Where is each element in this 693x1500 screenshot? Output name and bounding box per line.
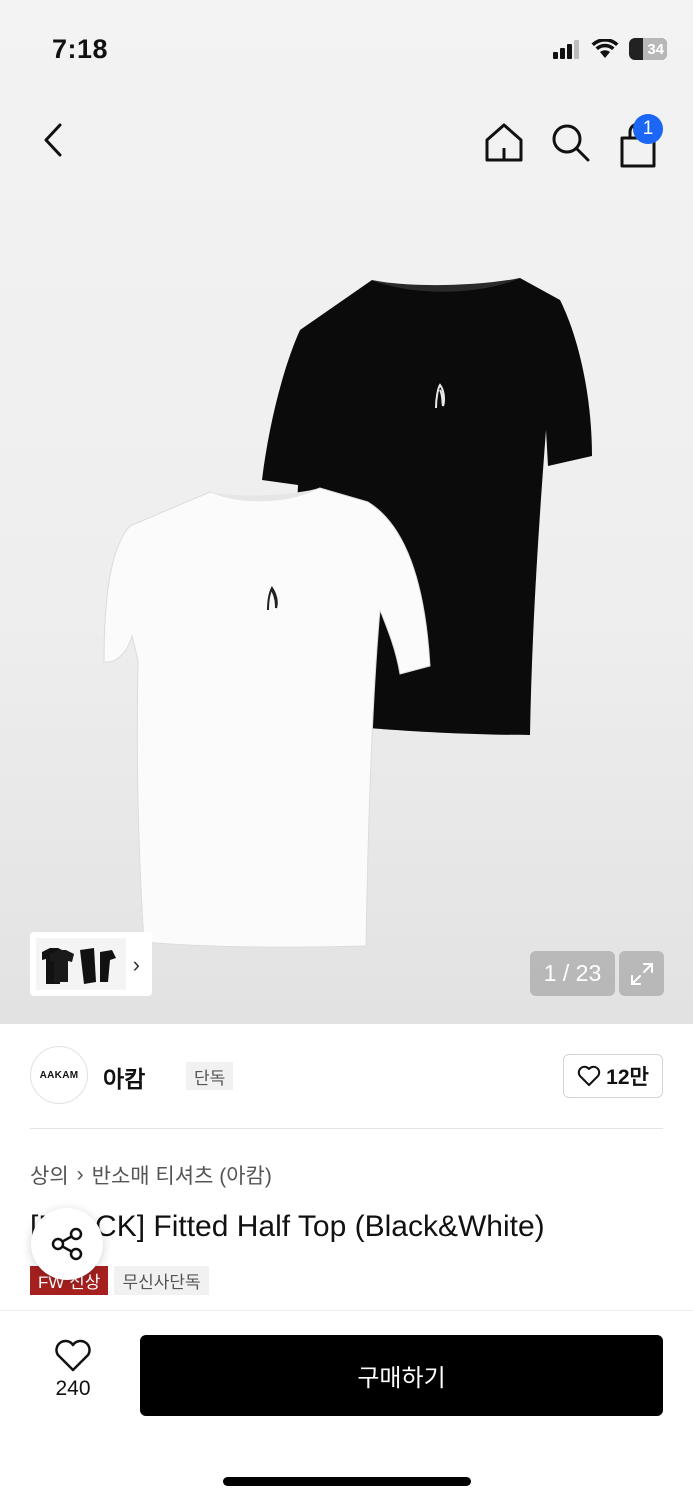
status-bar: 7:18 34 — [0, 0, 693, 100]
tag-exclusive: 무신사단독 — [114, 1266, 209, 1295]
bottom-action-bar: 240 구매하기 — [0, 1310, 693, 1500]
brand-like-count: 12만 — [606, 1066, 649, 1089]
heart-icon — [55, 1339, 91, 1372]
brand-like-button[interactable]: 12만 — [563, 1054, 663, 1098]
expand-image-button[interactable] — [619, 951, 664, 996]
color-variants-button[interactable]: › — [30, 932, 152, 996]
wifi-icon — [591, 39, 619, 58]
search-icon — [552, 124, 590, 162]
home-button[interactable] — [482, 120, 526, 164]
back-button[interactable] — [36, 120, 70, 160]
image-counter: 1 / 23 — [530, 951, 615, 996]
product-title: [BLACK] Fitted Half Top (Black&White) — [30, 1210, 545, 1243]
home-indicator — [223, 1477, 471, 1486]
breadcrumb-subcategory[interactable]: 반소매 티셔츠 (아캄) — [92, 1160, 272, 1190]
wishlist-count: 240 — [55, 1377, 91, 1400]
top-navigation — [0, 110, 693, 170]
chevron-left-icon — [44, 123, 62, 157]
heart-icon — [577, 1065, 601, 1086]
wishlist-button[interactable]: 240 — [40, 1339, 106, 1401]
brand-row: AAKAM 아캄 단독 12만 — [30, 1046, 663, 1106]
brand-name[interactable]: 아캄 — [103, 1060, 145, 1094]
breadcrumb-category[interactable]: 상의 — [30, 1160, 69, 1190]
chevron-right-icon: › — [76, 1163, 84, 1186]
battery-level: 34 — [647, 40, 664, 58]
buy-button[interactable]: 구매하기 — [140, 1335, 663, 1416]
status-icons: 34 — [553, 38, 667, 60]
expand-icon — [630, 962, 653, 985]
share-button[interactable] — [31, 1208, 103, 1280]
home-icon — [485, 123, 523, 162]
product-photo — [103, 278, 592, 948]
variant-thumbnails — [36, 938, 126, 990]
chevron-right-icon: › — [132, 952, 140, 977]
brand-logo[interactable]: AAKAM — [30, 1046, 88, 1104]
brand-logo-text: AAKAM — [39, 1069, 79, 1081]
cellular-signal-icon — [553, 40, 579, 59]
breadcrumb: 상의 › 반소매 티셔츠 (아캄) — [30, 1160, 272, 1190]
share-icon — [51, 1227, 83, 1261]
search-button[interactable] — [548, 120, 592, 164]
cart-count-badge: 1 — [633, 114, 663, 144]
brand-exclusive-tag: 단독 — [186, 1062, 234, 1090]
status-time: 7:18 — [52, 34, 109, 64]
divider — [30, 1128, 663, 1129]
battery-icon: 34 — [629, 38, 667, 60]
